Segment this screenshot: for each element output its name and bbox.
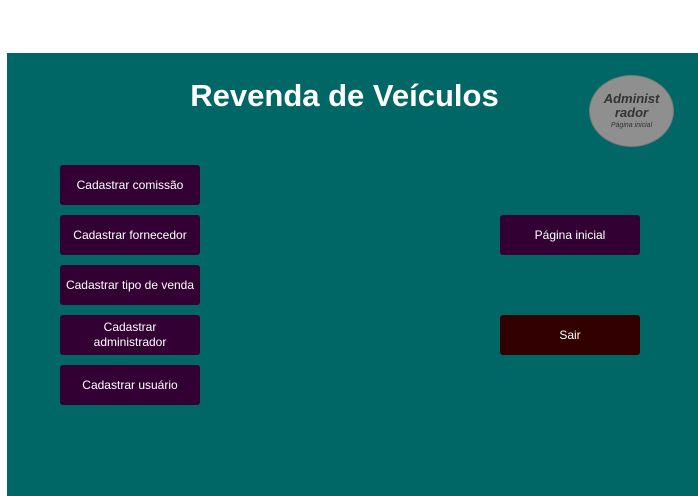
register-administrator-button[interactable]: Cadastrar administrador <box>60 315 200 355</box>
register-commission-button[interactable]: Cadastrar comissão <box>60 165 200 205</box>
register-supplier-button[interactable]: Cadastrar fornecedor <box>60 215 200 255</box>
user-badge[interactable]: Administrador Página inicial <box>589 75 674 147</box>
home-page-button[interactable]: Página inicial <box>500 215 640 255</box>
exit-button[interactable]: Sair <box>500 315 640 355</box>
register-user-button[interactable]: Cadastrar usuário <box>60 365 200 405</box>
user-role: Administrador <box>603 91 660 120</box>
badge-home-link[interactable]: Página inicial <box>611 121 652 130</box>
main-panel: Revenda de Veículos Administrador Página… <box>7 53 698 496</box>
register-sale-type-button[interactable]: Cadastrar tipo de venda <box>60 265 200 305</box>
